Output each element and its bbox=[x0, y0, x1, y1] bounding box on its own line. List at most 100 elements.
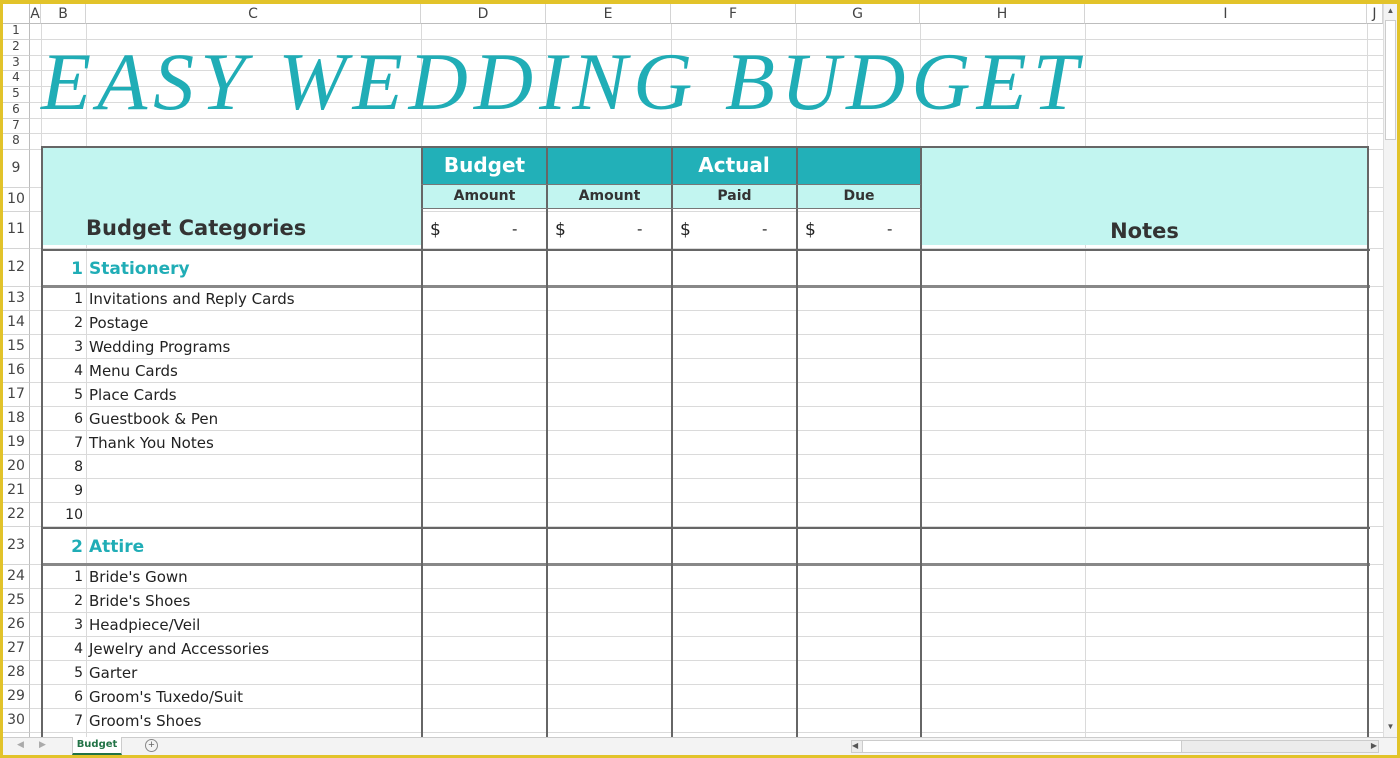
row-header-16[interactable]: 16 bbox=[3, 359, 30, 383]
scroll-down-icon[interactable]: ▼ bbox=[1385, 722, 1396, 734]
currency-symbol: $ bbox=[555, 220, 566, 240]
gridline bbox=[30, 430, 1383, 431]
gridline bbox=[30, 478, 1383, 479]
column-header-a[interactable]: A bbox=[30, 4, 41, 24]
budget-amount-header[interactable]: Amount bbox=[422, 184, 547, 208]
item-name[interactable]: Headpiece/Veil bbox=[89, 616, 200, 634]
table-border bbox=[41, 146, 1369, 148]
item-name[interactable]: Menu Cards bbox=[89, 362, 178, 380]
row-header-1[interactable]: 1 bbox=[3, 24, 30, 40]
total-value[interactable]: - bbox=[887, 220, 892, 238]
gridline bbox=[30, 660, 1383, 661]
row-header-4[interactable]: 4 bbox=[3, 71, 30, 87]
row-header-17[interactable]: 17 bbox=[3, 383, 30, 407]
horizontal-scrollbar[interactable]: ◀ ▶ bbox=[851, 740, 1379, 753]
item-name[interactable]: Groom's Tuxedo/Suit bbox=[89, 688, 243, 706]
item-number: 5 bbox=[74, 665, 83, 681]
column-header-f[interactable]: F bbox=[671, 4, 796, 24]
item-number: 8 bbox=[74, 459, 83, 475]
item-number: 3 bbox=[74, 617, 83, 633]
row-header-20[interactable]: 20 bbox=[3, 455, 30, 479]
column-header-h[interactable]: H bbox=[920, 4, 1085, 24]
row-header-11[interactable]: 11 bbox=[3, 212, 30, 249]
gridline bbox=[30, 502, 1383, 503]
currency-symbol: $ bbox=[805, 220, 816, 240]
total-value[interactable]: - bbox=[637, 220, 642, 238]
column-header-c[interactable]: C bbox=[86, 4, 421, 24]
row-header-27[interactable]: 27 bbox=[3, 637, 30, 661]
row-header-25[interactable]: 25 bbox=[3, 589, 30, 613]
item-name[interactable]: Bride's Shoes bbox=[89, 592, 190, 610]
row-header-15[interactable]: 15 bbox=[3, 335, 30, 359]
row-header-22[interactable]: 22 bbox=[3, 503, 30, 527]
tab-scroll-right-icon[interactable]: ▶ bbox=[39, 739, 46, 750]
row-header-26[interactable]: 26 bbox=[3, 613, 30, 637]
notes-header[interactable]: Notes bbox=[921, 146, 1368, 245]
row-header-18[interactable]: 18 bbox=[3, 407, 30, 431]
item-name[interactable]: Place Cards bbox=[89, 386, 177, 404]
sheet-tab-budget[interactable]: Budget bbox=[72, 737, 122, 755]
item-name[interactable]: Groom's Shoes bbox=[89, 712, 201, 730]
paid-header[interactable]: Paid bbox=[672, 184, 797, 208]
category-name[interactable]: Attire bbox=[89, 537, 144, 557]
gridline bbox=[30, 133, 1383, 135]
table-border bbox=[421, 184, 921, 185]
item-name[interactable]: Jewelry and Accessories bbox=[89, 640, 269, 658]
actual-amount-header[interactable]: Amount bbox=[547, 184, 672, 208]
row-header-9[interactable]: 9 bbox=[3, 150, 30, 188]
row-header-23[interactable]: 23 bbox=[3, 527, 30, 565]
row-header-7[interactable]: 7 bbox=[3, 118, 30, 135]
item-name[interactable]: Invitations and Reply Cards bbox=[89, 290, 295, 308]
row-header-8[interactable]: 8 bbox=[3, 134, 30, 150]
row-header-5[interactable]: 5 bbox=[3, 87, 30, 103]
column-header-e[interactable]: E bbox=[546, 4, 671, 24]
item-name[interactable]: Garter bbox=[89, 664, 137, 682]
vertical-scrollbar[interactable]: ▲ ▼ bbox=[1383, 4, 1397, 737]
gridline bbox=[30, 708, 1383, 709]
item-name[interactable]: Bride's Gown bbox=[89, 568, 188, 586]
total-value[interactable]: - bbox=[762, 220, 767, 238]
table-border bbox=[1367, 146, 1369, 737]
row-header-21[interactable]: 21 bbox=[3, 479, 30, 503]
column-header-g[interactable]: G bbox=[796, 4, 920, 24]
column-header-i[interactable]: I bbox=[1085, 4, 1367, 24]
row-header-24[interactable]: 24 bbox=[3, 565, 30, 589]
scroll-up-icon[interactable]: ▲ bbox=[1385, 6, 1396, 18]
table-border bbox=[41, 146, 43, 737]
column-header-d[interactable]: D bbox=[421, 4, 546, 24]
tab-scroll-left-icon[interactable]: ◀ bbox=[17, 739, 24, 750]
category-border bbox=[41, 563, 1370, 566]
add-sheet-icon[interactable]: + bbox=[145, 739, 158, 752]
budget-header[interactable]: Budget bbox=[422, 146, 547, 184]
row-header-3[interactable]: 3 bbox=[3, 55, 30, 72]
item-name[interactable]: Thank You Notes bbox=[89, 434, 214, 452]
row-header-12[interactable]: 12 bbox=[3, 249, 30, 287]
gridline bbox=[30, 636, 1383, 637]
gridline bbox=[30, 310, 1383, 311]
row-header-28[interactable]: 28 bbox=[3, 661, 30, 685]
row-header-6[interactable]: 6 bbox=[3, 102, 30, 119]
actual-header[interactable]: Actual bbox=[547, 146, 921, 184]
row-header-29[interactable]: 29 bbox=[3, 685, 30, 709]
due-header[interactable]: Due bbox=[797, 184, 921, 208]
item-name[interactable]: Postage bbox=[89, 314, 148, 332]
row-header-2[interactable]: 2 bbox=[3, 39, 30, 56]
column-header-j[interactable]: J bbox=[1367, 4, 1383, 24]
column-header-b[interactable]: B bbox=[41, 4, 86, 24]
row-header-13[interactable]: 13 bbox=[3, 287, 30, 311]
item-name[interactable]: Guestbook & Pen bbox=[89, 410, 218, 428]
category-name[interactable]: Stationery bbox=[89, 259, 190, 279]
categories-header-label: Budget Categories bbox=[86, 216, 307, 240]
horizontal-scroll-thumb[interactable] bbox=[862, 740, 1182, 753]
select-all-corner[interactable] bbox=[3, 4, 30, 24]
row-header-30[interactable]: 30 bbox=[3, 709, 30, 733]
total-value[interactable]: - bbox=[512, 220, 517, 238]
row-header-10[interactable]: 10 bbox=[3, 188, 30, 212]
scroll-left-icon[interactable]: ◀ bbox=[852, 741, 858, 750]
item-name[interactable]: Wedding Programs bbox=[89, 338, 230, 356]
vertical-scroll-thumb[interactable] bbox=[1385, 20, 1396, 140]
spreadsheet-window: A B C D E F G H I J 1 2 3 4 5 6 7 8 9 10 11 12 13 14 15 16 17 18 19 2… bbox=[3, 4, 1397, 755]
row-header-14[interactable]: 14 bbox=[3, 311, 30, 335]
scroll-right-icon[interactable]: ▶ bbox=[1371, 741, 1377, 750]
row-header-19[interactable]: 19 bbox=[3, 431, 30, 455]
